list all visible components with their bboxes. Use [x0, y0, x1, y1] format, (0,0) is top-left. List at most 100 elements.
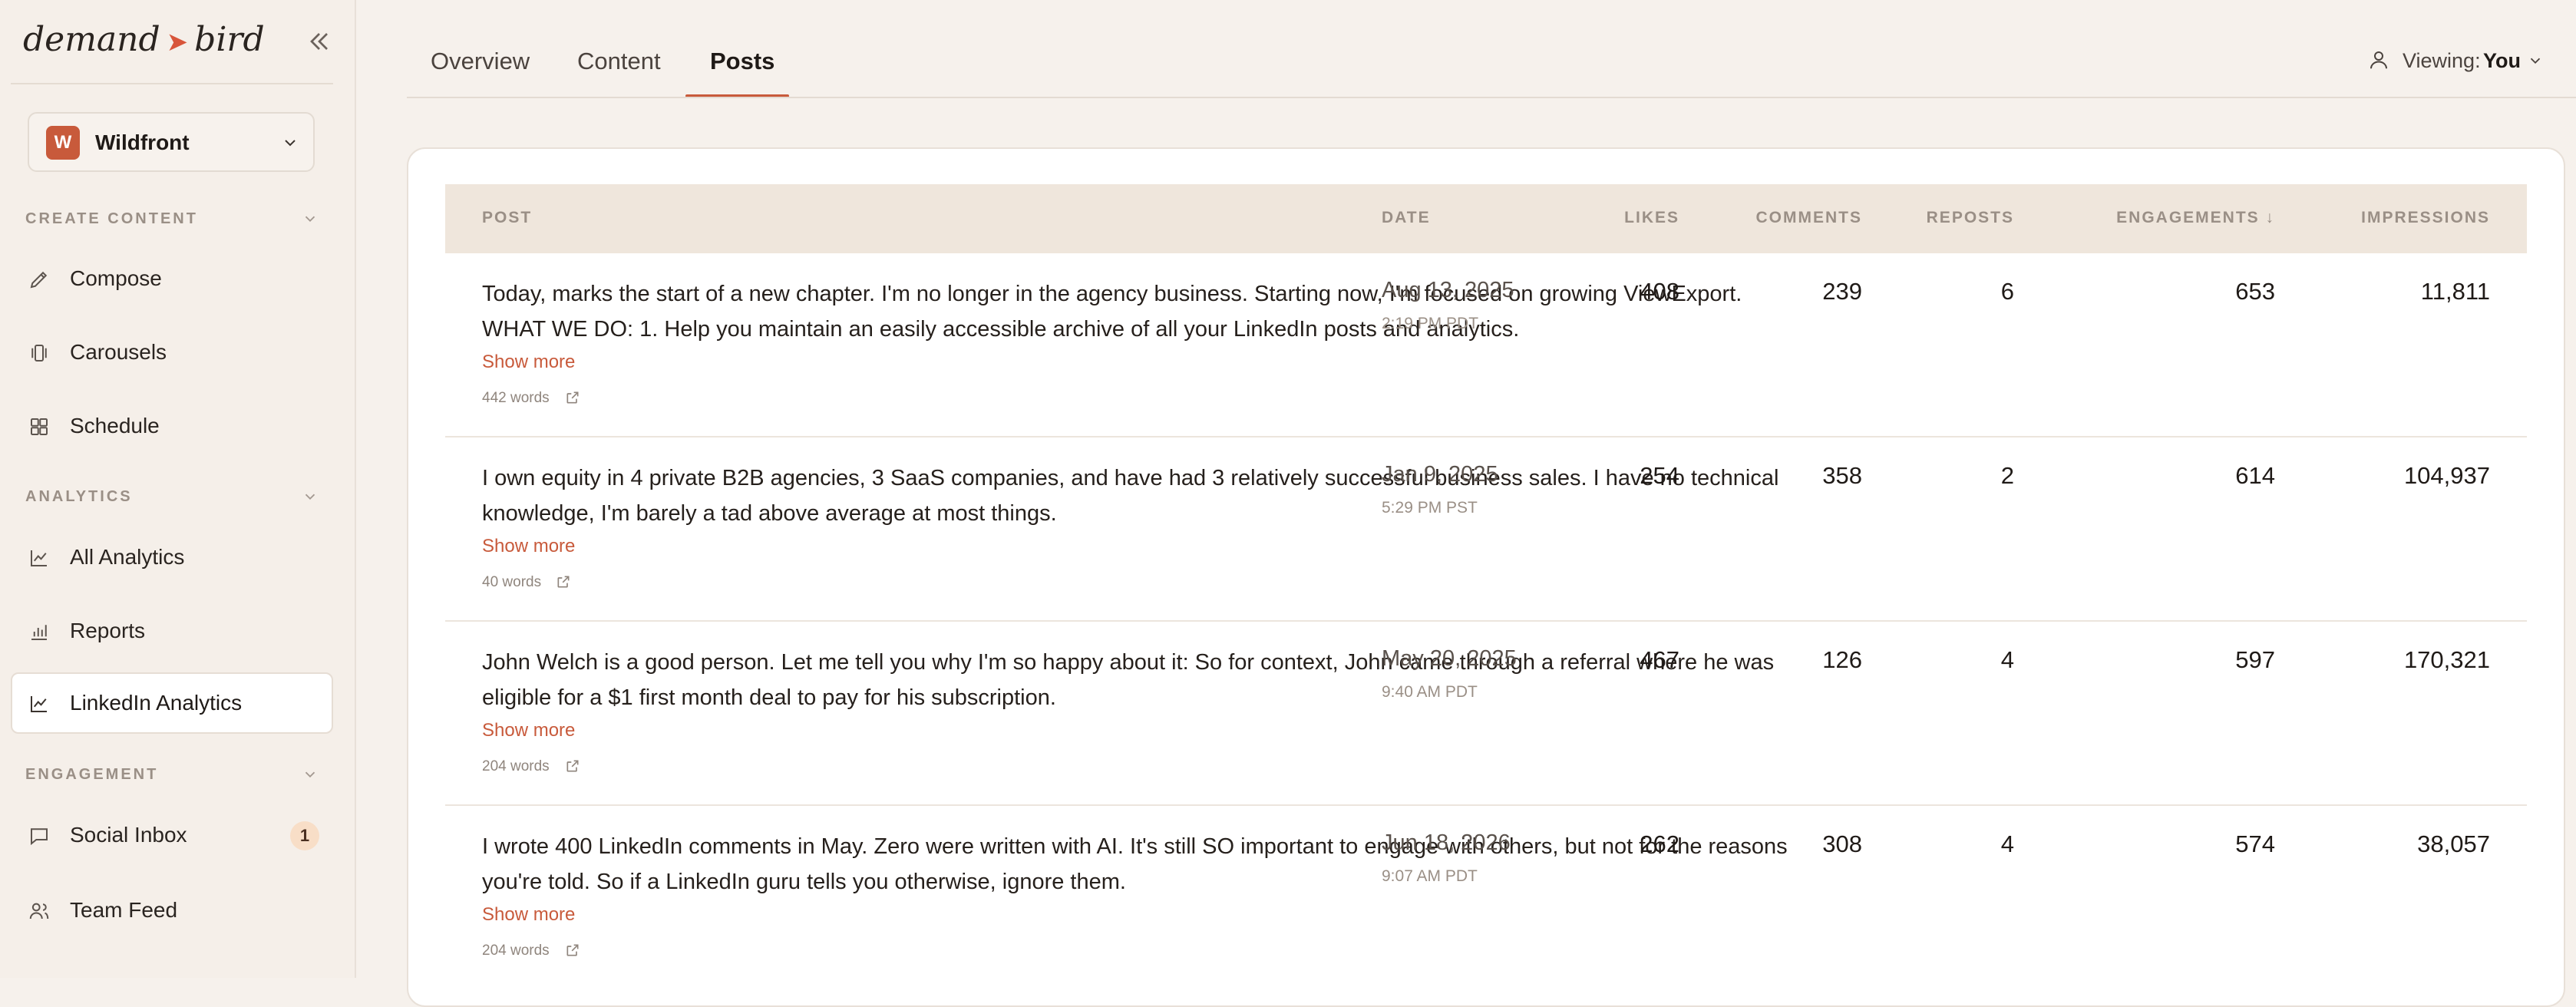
table-row[interactable]: Today, marks the start of a new chapter.… — [445, 253, 2527, 437]
line-chart-icon — [31, 696, 47, 712]
viewing-value: You — [2483, 49, 2521, 72]
post-text: Today, marks the start of a new chapter.… — [482, 282, 1742, 342]
users-icon — [29, 903, 49, 920]
sidebar-item-label: Team Feed — [70, 898, 178, 922]
column-header-reposts[interactable]: REPOSTS — [1927, 209, 2014, 227]
column-header-impressions[interactable]: IMPRESSIONS — [2361, 209, 2490, 227]
section-collapse-chevron-icon[interactable] — [302, 210, 319, 227]
engagements-value: 653 — [2235, 278, 2275, 305]
reposts-value: 6 — [2000, 278, 2014, 305]
post-text: John Welch is a good person. Let me tell… — [482, 650, 1775, 710]
user-icon — [2370, 51, 2387, 69]
engagements-value: 574 — [2235, 830, 2275, 857]
likes-value: 254 — [1640, 462, 1679, 489]
column-header-post[interactable]: POST — [482, 209, 532, 227]
word-count: 204 words — [482, 758, 550, 774]
table-row[interactable]: I wrote 400 LinkedIn comments in May. Ze… — [445, 806, 2527, 990]
post-time: 2:19 PM PDT — [1382, 315, 1479, 332]
tab-overview[interactable]: Overview — [431, 48, 530, 75]
unread-count-badge: 1 — [290, 821, 319, 850]
workspace-selector[interactable]: W Wildfront — [28, 112, 315, 172]
external-link-icon[interactable] — [565, 390, 580, 405]
logo[interactable]: demand ➤ bird — [23, 20, 265, 59]
collapse-sidebar-icon[interactable] — [304, 26, 335, 57]
column-header-comments[interactable]: COMMENTS — [1756, 209, 1863, 227]
chevron-down-icon — [2530, 58, 2541, 64]
line-chart-icon — [31, 550, 47, 566]
reposts-value: 4 — [2000, 830, 2014, 857]
external-link-icon[interactable] — [565, 943, 580, 958]
sidebar-item-compose[interactable]: Compose — [11, 248, 333, 309]
section-collapse-chevron-icon[interactable] — [302, 766, 319, 783]
impressions-value: 11,811 — [2420, 278, 2490, 305]
bar-chart-icon — [31, 625, 47, 640]
post-date: Jun 18, 2026 — [1382, 830, 1511, 855]
column-header-likes[interactable]: LIKES — [1624, 209, 1679, 227]
impressions-value: 104,937 — [2403, 462, 2490, 489]
engagements-value: 614 — [2235, 462, 2275, 489]
logo-word-demand: demand — [23, 20, 160, 59]
sidebar-item-team-feed[interactable]: Team Feed — [11, 880, 333, 941]
column-header-engagements[interactable]: ENGAGEMENTS ↓ — [2116, 209, 2275, 227]
post-date: Jan 9, 2025 — [1382, 462, 1498, 487]
logo-word-bird: bird — [194, 20, 265, 59]
post-date: Aug 13, 2025 — [1382, 278, 1514, 302]
reposts-value: 2 — [2000, 462, 2014, 489]
sidebar-item-label: Compose — [70, 266, 162, 290]
impressions-value: 170,321 — [2403, 646, 2490, 673]
impressions-value: 38,057 — [2417, 830, 2490, 857]
tab-bar-divider — [407, 97, 2576, 98]
sidebar-item-label: Reports — [70, 619, 146, 642]
sidebar-item-reports[interactable]: Reports — [11, 600, 333, 662]
grid-icon — [31, 418, 48, 435]
sidebar-item-social-inbox[interactable]: Social Inbox 1 — [11, 804, 333, 866]
column-header-date[interactable]: DATE — [1382, 209, 1431, 227]
post-time: 9:07 AM PDT — [1382, 867, 1478, 885]
pencil-icon — [30, 271, 48, 289]
logo-row: demand ➤ bird — [23, 20, 335, 63]
sidebar-item-label: LinkedIn Analytics — [70, 691, 243, 715]
comments-value: 358 — [1822, 462, 1862, 489]
sidebar-divider — [11, 83, 333, 84]
sidebar-item-linkedin-analytics[interactable]: LinkedIn Analytics — [11, 672, 333, 734]
post-text: I own equity in 4 private B2B agencies, … — [482, 466, 1779, 526]
word-count: 204 words — [482, 943, 550, 959]
sidebar: demand ➤ bird W Wildfront CREATE CONTENT C… — [0, 0, 356, 978]
show-more-link[interactable]: Show more — [482, 352, 575, 373]
chevron-down-icon — [285, 140, 296, 147]
sidebar-item-carousels[interactable]: Carousels — [11, 322, 333, 383]
tab-content[interactable]: Content — [577, 48, 661, 75]
comments-value: 239 — [1822, 278, 1862, 305]
show-more-link[interactable]: Show more — [482, 536, 575, 557]
likes-value: 408 — [1640, 278, 1679, 305]
sidebar-item-label: All Analytics — [70, 545, 185, 569]
table-row[interactable]: John Welch is a good person. Let me tell… — [445, 622, 2527, 806]
post-time: 5:29 PM PST — [1382, 499, 1478, 517]
show-more-link[interactable]: Show more — [482, 904, 575, 926]
table-row[interactable]: I own equity in 4 private B2B agencies, … — [445, 437, 2527, 622]
word-count: 442 words — [482, 390, 550, 406]
carousel-icon — [31, 345, 47, 362]
external-link-icon[interactable] — [556, 574, 571, 589]
external-link-icon[interactable] — [565, 758, 580, 774]
reposts-value: 4 — [2000, 646, 2014, 673]
show-more-link[interactable]: Show more — [482, 720, 575, 741]
sidebar-item-all-analytics[interactable]: All Analytics — [11, 527, 333, 588]
engagements-value: 597 — [2235, 646, 2275, 673]
post-text: I wrote 400 LinkedIn comments in May. Ze… — [482, 834, 1788, 894]
section-collapse-chevron-icon[interactable] — [302, 488, 319, 505]
word-count: 40 words — [482, 574, 542, 590]
comments-value: 308 — [1822, 830, 1862, 857]
sidebar-item-label: Social Inbox — [70, 823, 187, 847]
comments-value: 126 — [1822, 646, 1862, 673]
section-title-engagement: ENGAGEMENT — [25, 766, 159, 783]
sidebar-item-label: Carousels — [70, 340, 167, 364]
sidebar-item-schedule[interactable]: Schedule — [11, 395, 333, 457]
post-time: 9:40 AM PDT — [1382, 683, 1478, 701]
likes-value: 467 — [1640, 646, 1679, 673]
viewing-label: Viewing: — [2403, 49, 2481, 72]
logo-arrow-icon: ➤ — [166, 27, 189, 58]
post-date: May 20, 2025 — [1382, 646, 1517, 671]
tab-posts[interactable]: Posts — [710, 48, 774, 75]
likes-value: 262 — [1640, 830, 1679, 857]
